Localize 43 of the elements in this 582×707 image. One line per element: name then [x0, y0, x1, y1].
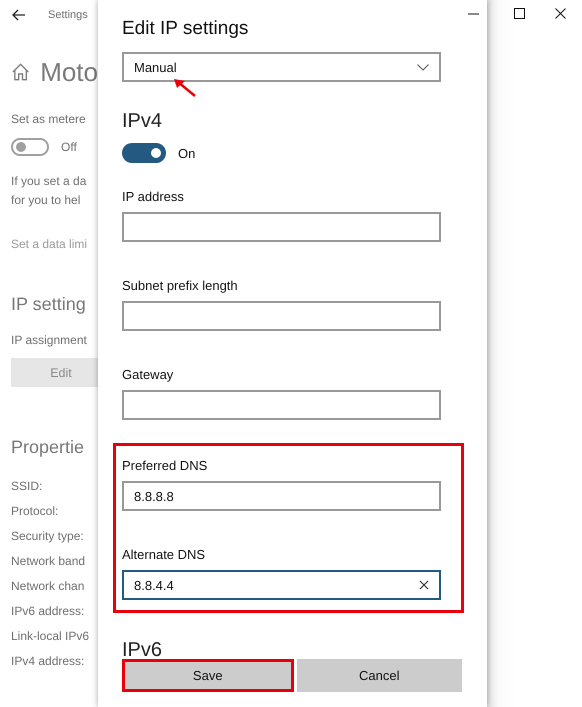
arrow-icon	[173, 78, 197, 98]
section-heading: IP setting	[11, 294, 87, 315]
home-icon[interactable]	[11, 62, 30, 82]
section-heading: IPv6	[122, 639, 164, 659]
toggle-state: Off	[61, 140, 77, 154]
section-heading: Propertie	[11, 437, 86, 458]
description-text: If you set a da for you to hel	[11, 173, 88, 209]
setting-label: Set as metere	[11, 111, 87, 128]
cancel-button[interactable]: Cancel	[296, 659, 462, 692]
back-arrow-icon[interactable]	[12, 9, 26, 21]
section-heading: IPv4	[122, 110, 164, 133]
input-field[interactable]	[122, 212, 441, 242]
input-field[interactable]	[122, 301, 441, 331]
input-field[interactable]: 8.8.4.4	[122, 570, 441, 600]
field-label: Alternate DNS	[122, 547, 206, 562]
property-label: Link-local IPv6	[11, 628, 90, 645]
input-field[interactable]: 8.8.8.8	[122, 481, 441, 511]
field-label: Preferred DNS	[122, 458, 208, 473]
minimize-icon[interactable]	[468, 13, 479, 15]
close-icon[interactable]	[555, 8, 566, 19]
mode-dropdown[interactable]: Manual	[122, 52, 441, 82]
page-heading: Moto	[40, 56, 98, 88]
field-label: Gateway	[122, 367, 174, 382]
property-label: IPv4 address:	[11, 653, 86, 670]
chevron-down-icon	[417, 64, 429, 70]
ipv4-toggle[interactable]	[122, 143, 166, 163]
save-button[interactable]: Save	[122, 659, 294, 692]
toggle-state: On	[178, 146, 196, 160]
property-label: Security type:	[11, 528, 85, 545]
maximize-icon[interactable]	[514, 8, 525, 19]
field-label: IP address	[122, 189, 185, 204]
property-label: Network band	[11, 553, 86, 570]
window-title: Settings	[48, 9, 88, 21]
property-label: SSID:	[11, 478, 44, 495]
property-label: Network chan	[11, 578, 86, 595]
metered-toggle[interactable]	[11, 138, 49, 156]
input-field[interactable]	[122, 390, 441, 420]
setting-label: IP assignment	[11, 332, 88, 349]
clear-icon[interactable]	[419, 580, 429, 590]
property-label: IPv6 address:	[11, 603, 86, 620]
property-label: Protocol:	[11, 503, 60, 520]
field-label: Subnet prefix length	[122, 278, 239, 293]
dialog-title: Edit IP settings	[122, 18, 250, 40]
